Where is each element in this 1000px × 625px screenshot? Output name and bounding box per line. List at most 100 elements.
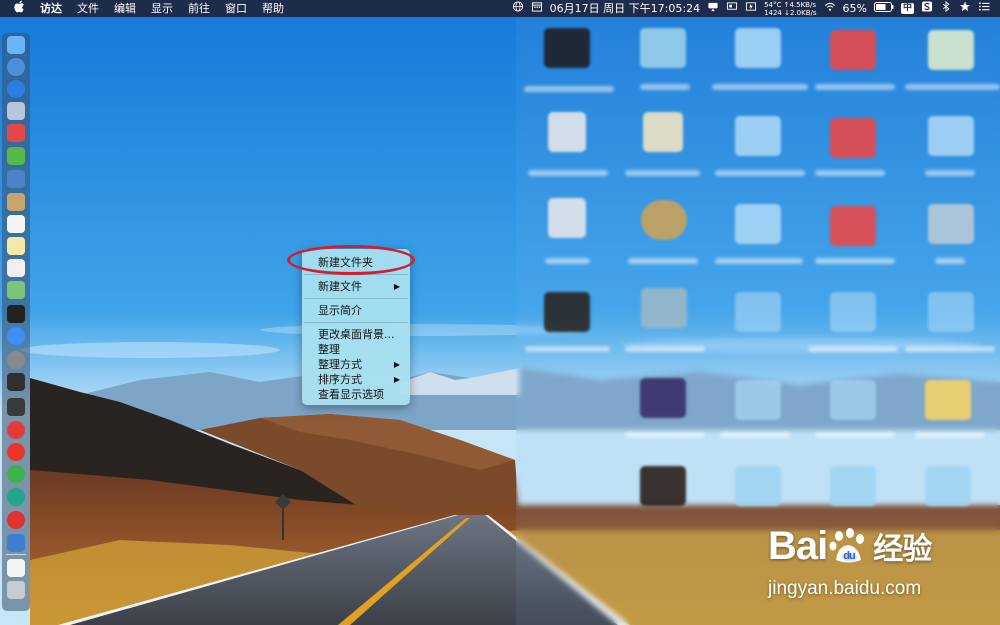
dock-app-store-icon[interactable] — [7, 327, 25, 345]
dock-yandex-icon[interactable] — [7, 443, 25, 461]
calendar-icon[interactable] — [531, 0, 543, 17]
menu-view[interactable]: 显示 — [151, 0, 173, 17]
star-icon[interactable] — [959, 0, 971, 17]
dock-android-studio-icon[interactable] — [7, 147, 25, 165]
dock-document-icon[interactable] — [7, 559, 25, 577]
sogou-icon[interactable] — [921, 0, 933, 17]
desktop-icon[interactable] — [830, 118, 876, 158]
menu-item-label: 新建文件 — [318, 280, 362, 293]
menu-item-change-background[interactable]: 更改桌面背景... — [318, 327, 406, 342]
dock-app-green-icon[interactable] — [7, 488, 25, 506]
desktop-icon[interactable] — [830, 30, 876, 70]
desktop-icon[interactable] — [548, 112, 586, 152]
dock-safari-icon[interactable] — [7, 80, 25, 98]
airplay-icon[interactable] — [707, 0, 719, 17]
dock-jetbrains-icon[interactable] — [7, 124, 25, 142]
desktop-icon[interactable] — [925, 380, 971, 420]
dock-textedit-icon[interactable] — [7, 237, 25, 255]
battery-icon[interactable] — [873, 0, 894, 17]
dock-maps-icon[interactable] — [7, 281, 25, 299]
display-icon[interactable] — [726, 0, 738, 17]
menu-file[interactable]: 文件 — [77, 0, 99, 17]
dock-siri-icon[interactable] — [7, 58, 25, 76]
network-monitor[interactable]: 54°C ↑4.5KB/s 1424 ↓2.0KB/s — [764, 1, 816, 17]
menu-window[interactable]: 窗口 — [225, 0, 247, 17]
desktop-icon[interactable] — [830, 292, 876, 332]
battery-percent[interactable]: 65% — [843, 0, 867, 17]
dock-vivaldi-icon[interactable] — [7, 421, 25, 439]
menu-separator — [304, 322, 408, 323]
wifi-icon[interactable] — [824, 0, 836, 17]
menu-item-clean-up[interactable]: 整理 — [318, 342, 406, 357]
temp-value: 54°C — [764, 0, 782, 9]
dock-system-preferences-icon[interactable] — [7, 351, 25, 369]
menu-item-view-options[interactable]: 查看显示选项 — [318, 387, 406, 402]
desktop-icon[interactable] — [928, 292, 974, 332]
desktop-icon-label — [545, 258, 590, 264]
dock-wechat-icon[interactable] — [7, 465, 25, 483]
desktop-icon-label — [905, 346, 995, 352]
desktop-icon[interactable] — [643, 112, 683, 152]
dock-launchpad-icon[interactable] — [7, 102, 25, 120]
battery-tool-icon[interactable] — [745, 0, 757, 17]
apple-icon[interactable] — [14, 0, 25, 18]
menu-app-finder[interactable]: 访达 — [40, 0, 62, 17]
menu-item-new-file[interactable]: 新建文件 ▶ — [318, 279, 406, 294]
menu-edit[interactable]: 编辑 — [114, 0, 136, 17]
desktop-icon[interactable] — [925, 466, 971, 506]
annotation-circle — [287, 245, 415, 275]
watermark-brand: Bai du 经验 — [768, 522, 932, 570]
desktop-icon[interactable] — [928, 204, 974, 244]
submenu-arrow-icon: ▶ — [393, 360, 400, 369]
desktop-icon[interactable] — [640, 28, 686, 68]
dock-terminal-icon[interactable] — [7, 305, 25, 323]
desktop-icon[interactable] — [544, 28, 590, 68]
menu-item-get-info[interactable]: 显示简介 — [318, 303, 406, 318]
desktop-icon-label — [528, 170, 608, 176]
desktop-icon[interactable] — [928, 116, 974, 156]
bluetooth-icon[interactable] — [940, 0, 952, 17]
menu-item-clean-up-by[interactable]: 整理方式 ▶ — [318, 357, 406, 372]
desktop-icon[interactable] — [641, 288, 687, 328]
desktop-icon-label — [625, 432, 705, 438]
menu-item-label: 排序方式 — [318, 373, 362, 386]
menu-go[interactable]: 前往 — [188, 0, 210, 17]
desktop-icon[interactable] — [640, 466, 686, 506]
desktop-icon[interactable] — [928, 30, 974, 70]
desktop-icon[interactable] — [735, 380, 781, 420]
desktop-icon[interactable] — [641, 200, 687, 240]
desktop-icon[interactable] — [830, 206, 876, 246]
desktop-icon[interactable] — [735, 292, 781, 332]
input-method-indicator[interactable]: 中 — [900, 3, 914, 14]
desktop-icon-label — [525, 346, 610, 352]
dock-sublime-icon[interactable] — [7, 534, 25, 552]
control-list-icon[interactable] — [978, 0, 990, 17]
desktop-icon[interactable] — [548, 198, 586, 238]
menu-help[interactable]: 帮助 — [262, 0, 284, 17]
dock-notes-icon[interactable] — [7, 193, 25, 211]
desktop-icon-label — [815, 84, 895, 90]
desktop-icon[interactable] — [735, 204, 781, 244]
menu-item-label: 整理 — [318, 343, 340, 356]
dock-netease-music-icon[interactable] — [7, 511, 25, 529]
dock-trash-icon[interactable] — [7, 581, 25, 599]
dock-console-icon[interactable] — [7, 398, 25, 416]
dock-preview-icon[interactable] — [7, 170, 25, 188]
desktop-icon-label — [720, 432, 790, 438]
desktop-icon[interactable] — [735, 116, 781, 156]
desktop-icon[interactable] — [544, 292, 590, 332]
desktop-icon[interactable] — [830, 380, 876, 420]
menu-separator — [304, 298, 408, 299]
dock-activity-monitor-icon[interactable] — [7, 373, 25, 391]
desktop-icon[interactable] — [735, 466, 781, 506]
dock-finder-icon[interactable] — [7, 36, 25, 54]
dock-reminders-icon[interactable] — [7, 259, 25, 277]
datetime-label[interactable]: 06月17日 周日 下午17:05:24 — [550, 0, 700, 17]
desktop-icon[interactable] — [640, 378, 686, 418]
desktop-icon-label — [625, 170, 700, 176]
globe-icon[interactable] — [512, 0, 524, 17]
dock-calendar-icon[interactable] — [7, 215, 25, 233]
desktop-icon[interactable] — [735, 28, 781, 68]
desktop-icon[interactable] — [830, 466, 876, 506]
menu-item-sort-by[interactable]: 排序方式 ▶ — [318, 372, 406, 387]
